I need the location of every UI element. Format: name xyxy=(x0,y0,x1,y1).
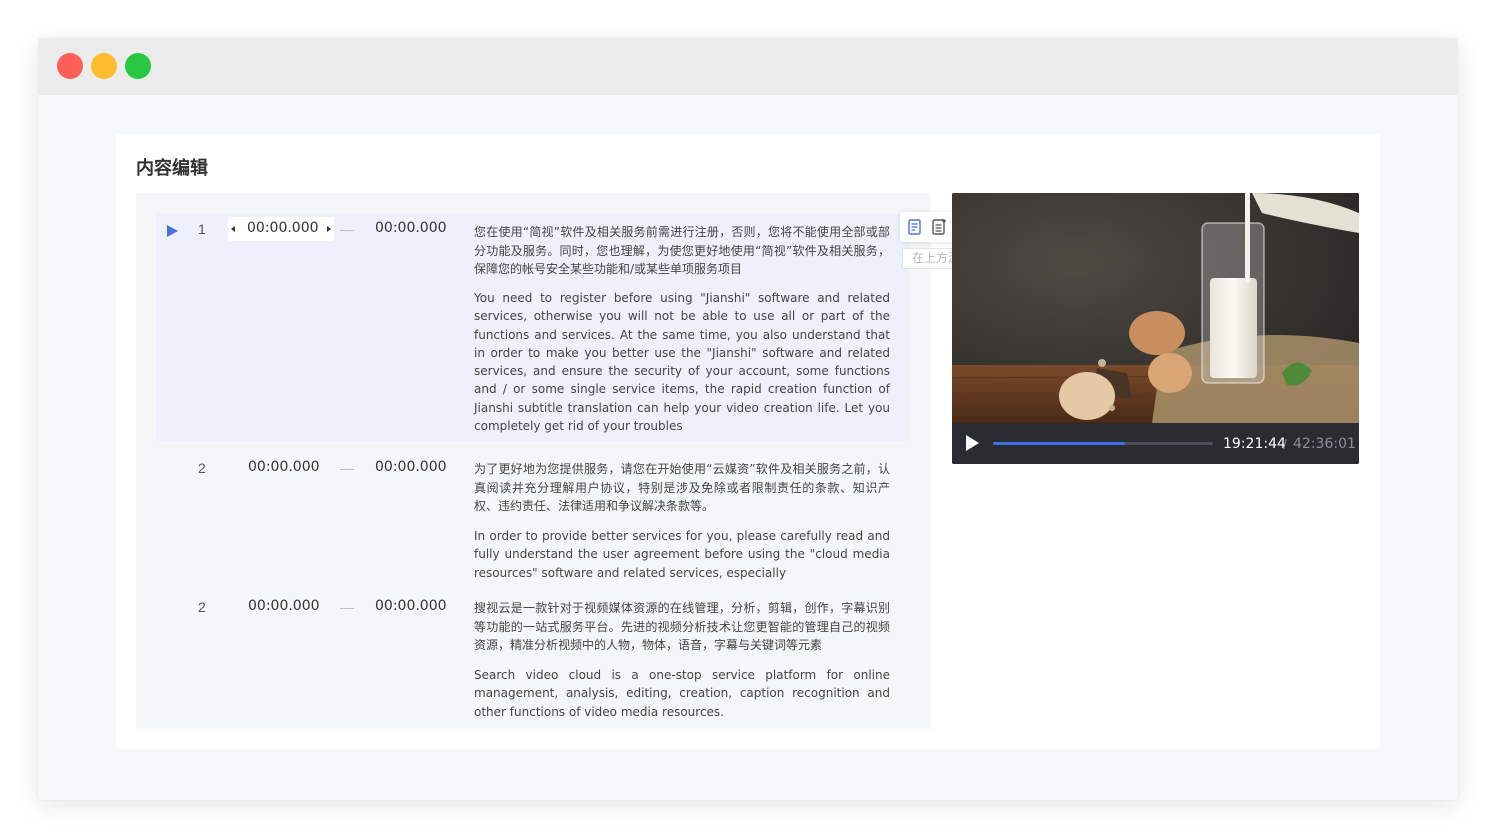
time-separator: — xyxy=(340,599,354,615)
progress-bar[interactable] xyxy=(993,442,1213,445)
subtitle-row-1[interactable]: 1 00:00.000 — 00:00.000 您在使用“简视”软件及相关服务前… xyxy=(156,214,910,441)
subtitle-text-cn[interactable]: 为了更好地为您提供服务，请您在开始使用“云媒资”软件及相关服务之前，认真阅读并充… xyxy=(474,460,890,516)
end-time[interactable]: 00:00.000 xyxy=(375,598,447,614)
increase-time-icon[interactable] xyxy=(327,226,331,232)
subtitle-text-cn[interactable]: 搜视云是一款针对于视频媒体资源的在线管理，分析，剪辑，创作，字幕识别等功能的一站… xyxy=(474,599,890,655)
maximize-window-button[interactable] xyxy=(125,53,151,79)
play-segment-icon[interactable] xyxy=(167,225,178,237)
content-edit-card: 内容编辑 1 00:00.000 — 00:00.000 您在使用“简视”软件及… xyxy=(116,134,1380,749)
start-time[interactable]: 00:00.000 xyxy=(248,598,320,614)
total-time: 42:36:01 xyxy=(1293,436,1356,452)
row-index: 2 xyxy=(198,599,206,615)
video-player[interactable]: 19:21:44 / 42:36:01 xyxy=(952,193,1359,464)
start-time-input[interactable]: 00:00.000 xyxy=(247,220,319,236)
row-index: 1 xyxy=(198,221,206,237)
end-time[interactable]: 00:00.000 xyxy=(375,220,447,236)
add-above-icon[interactable] xyxy=(906,218,924,236)
subtitle-text-en[interactable]: You need to register before using "Jians… xyxy=(474,289,890,435)
video-frame xyxy=(952,193,1359,423)
minimize-window-button[interactable] xyxy=(91,53,117,79)
subtitle-text-en[interactable]: In order to provide better services for … xyxy=(474,527,890,582)
subtitle-row-3[interactable]: 2 00:00.000 — 00:00.000 搜视云是一款针对于视频媒体资源的… xyxy=(156,592,910,722)
time-separator: — xyxy=(340,221,354,237)
subtitle-text-en[interactable]: Search video cloud is a one-stop service… xyxy=(474,666,890,721)
add-below-icon[interactable] xyxy=(930,218,948,236)
end-time[interactable]: 00:00.000 xyxy=(375,459,447,475)
app-window: 内容编辑 1 00:00.000 — 00:00.000 您在使用“简视”软件及… xyxy=(38,38,1458,800)
title-bar xyxy=(38,38,1458,95)
current-time: 19:21:44 xyxy=(1223,436,1286,452)
close-window-button[interactable] xyxy=(57,53,83,79)
row-index: 2 xyxy=(198,460,206,476)
time-divider: / xyxy=(1283,436,1287,452)
subtitle-row-2[interactable]: 2 00:00.000 — 00:00.000 为了更好地为您提供服务，请您在开… xyxy=(156,453,910,583)
player-controls: 19:21:44 / 42:36:01 xyxy=(952,423,1359,464)
time-separator: — xyxy=(340,460,354,476)
start-time[interactable]: 00:00.000 xyxy=(248,459,320,475)
page-title: 内容编辑 xyxy=(136,158,208,179)
start-time-editor[interactable]: 00:00.000 xyxy=(228,217,334,241)
subtitle-list: 1 00:00.000 — 00:00.000 您在使用“简视”软件及相关服务前… xyxy=(136,193,931,729)
subtitle-text-cn[interactable]: 您在使用“简视”软件及相关服务前需进行注册，否则，您将不能使用全部或部分功能及服… xyxy=(474,223,890,279)
decrease-time-icon[interactable] xyxy=(231,226,235,232)
play-button[interactable] xyxy=(966,435,979,451)
progress-fill xyxy=(993,442,1125,445)
